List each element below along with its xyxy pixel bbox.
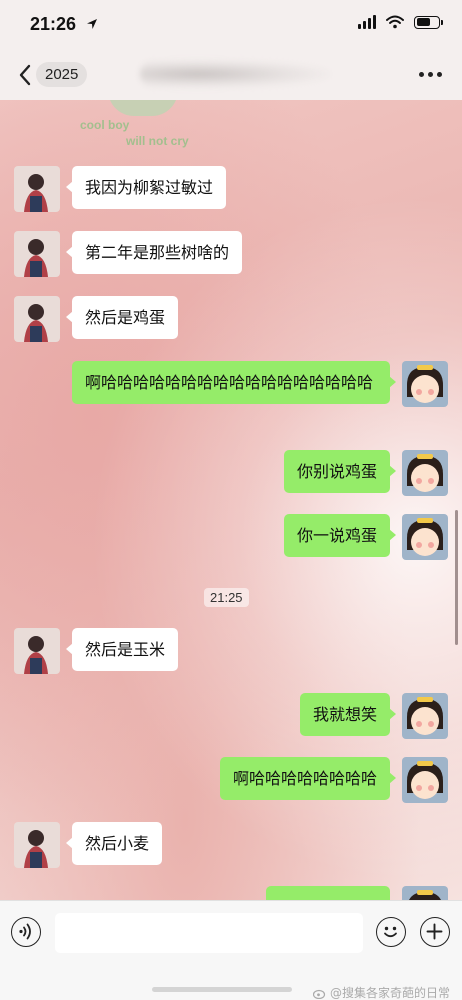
- message-row: 你别说鸡蛋: [283, 450, 448, 496]
- location-arrow-icon: [87, 19, 97, 29]
- watermark: @搜集各家奇葩的日常: [312, 984, 450, 1000]
- wifi-icon: [386, 15, 404, 29]
- status-bar: 21:26: [0, 0, 462, 50]
- contact-avatar[interactable]: [14, 231, 60, 277]
- timestamp-label: 21:25: [204, 588, 249, 607]
- my-avatar[interactable]: [402, 361, 448, 407]
- contact-avatar[interactable]: [14, 628, 60, 674]
- message-bubble[interactable]: 然后小麦: [65, 822, 163, 865]
- message-input[interactable]: [55, 913, 363, 953]
- message-bubble[interactable]: 第二年是那些树啥的: [65, 231, 243, 274]
- home-indicator: [152, 987, 292, 992]
- message-row: 我就想笑: [299, 693, 448, 739]
- emoji-button[interactable]: [376, 917, 406, 947]
- more-options-button[interactable]: [419, 72, 442, 77]
- message-row: 我因为柳絮过敏过: [14, 166, 227, 212]
- message-bubble[interactable]: 啊哈哈哈哈哈哈哈哈哈哈哈哈哈哈哈哈哈: [72, 361, 396, 404]
- voice-input-button[interactable]: [11, 917, 41, 947]
- plus-icon: [426, 923, 443, 940]
- message-row: 啊哈哈哈哈哈哈哈哈哈哈哈哈哈哈哈哈哈: [72, 361, 448, 407]
- wallpaper-text-2: will not cry: [126, 134, 189, 148]
- message-bubble[interactable]: 啊哈哈哈哈哈哈哈哈: [219, 757, 397, 800]
- chat-area[interactable]: cool boy will not cry 我因为柳絮过敏过 第二年是那些树啥的…: [0, 100, 462, 900]
- message-bubble[interactable]: 然后是鸡蛋: [65, 296, 179, 339]
- input-bar: @搜集各家奇葩的日常: [0, 900, 462, 1000]
- status-time: 21:26: [30, 14, 77, 34]
- message-row: 然后是鸡蛋: [14, 296, 179, 342]
- wallpaper-art: cool boy will not cry: [78, 100, 228, 150]
- message-row: 第二年是那些树啥的: [14, 231, 243, 277]
- message-row: 然后小麦: [14, 822, 163, 868]
- my-avatar[interactable]: [402, 693, 448, 739]
- status-icons: [358, 15, 443, 29]
- wallpaper-text-1: cool boy: [80, 118, 130, 132]
- my-avatar[interactable]: [402, 757, 448, 803]
- message-bubble[interactable]: 我就想笑: [299, 693, 397, 736]
- message-bubble[interactable]: 你一说鸡蛋: [283, 514, 397, 557]
- back-chevron-icon[interactable]: [14, 62, 38, 88]
- my-avatar-partial[interactable]: [402, 886, 448, 900]
- smiley-icon: [384, 926, 397, 938]
- contact-avatar[interactable]: [14, 822, 60, 868]
- message-bubble[interactable]: 然后是玉米: [65, 628, 179, 671]
- weibo-logo-icon: [312, 989, 326, 999]
- message-row: 啊哈哈哈哈哈哈哈哈: [219, 757, 448, 803]
- contact-avatar[interactable]: [14, 296, 60, 342]
- watermark-text: @搜集各家奇葩的日常: [329, 986, 450, 1000]
- more-functions-button[interactable]: [420, 917, 450, 947]
- nav-bar: 2025: [0, 50, 462, 100]
- my-avatar[interactable]: [402, 514, 448, 560]
- contact-avatar[interactable]: [14, 166, 60, 212]
- voice-icon: [19, 923, 31, 940]
- cellular-signal-icon: [358, 15, 376, 29]
- battery-icon: [414, 15, 443, 29]
- scroll-indicator[interactable]: [455, 510, 458, 645]
- my-avatar[interactable]: [402, 450, 448, 496]
- blurred-contact-name: [140, 60, 330, 88]
- message-row: 然后是玉米: [14, 628, 179, 674]
- message-bubble[interactable]: 我因为柳絮过敏过: [65, 166, 227, 209]
- message-bubble[interactable]: 你别说鸡蛋: [283, 450, 397, 493]
- chat-title: 2025: [36, 62, 88, 87]
- message-row: 你一说鸡蛋: [283, 514, 448, 560]
- message-bubble-partial[interactable]: [266, 886, 390, 900]
